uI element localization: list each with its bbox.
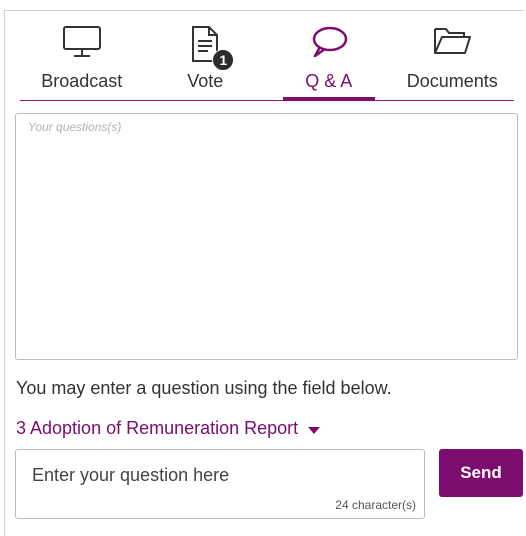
tab-qa[interactable]: Q & A <box>267 22 391 101</box>
question-input[interactable] <box>16 450 424 500</box>
tab-label: Documents <box>406 71 498 91</box>
tab-vote[interactable]: 1 Vote <box>144 22 268 100</box>
question-field: 24 character(s) <box>15 449 425 519</box>
monitor-icon <box>62 25 102 65</box>
tab-bar: Broadcast 1 Vote Q & A Documents <box>20 22 514 101</box>
speech-bubble-icon <box>310 25 348 65</box>
document-icon: 1 <box>190 25 235 71</box>
vote-count-badge: 1 <box>212 49 235 71</box>
character-counter: 24 character(s) <box>335 498 416 512</box>
tab-documents[interactable]: Documents <box>391 22 515 100</box>
folder-icon <box>432 25 472 65</box>
questions-placeholder: Your questions(s) <box>28 120 122 134</box>
tab-broadcast[interactable]: Broadcast <box>20 22 144 100</box>
caret-down-icon <box>308 426 321 434</box>
send-button[interactable]: Send <box>439 449 523 497</box>
tab-label: Q & A <box>305 71 353 91</box>
instructions-text: You may enter a question using the field… <box>16 378 392 398</box>
tab-label: Vote <box>187 71 224 91</box>
topic-dropdown[interactable]: 3 Adoption of Remuneration Report <box>16 418 321 439</box>
tab-label: Broadcast <box>41 71 123 91</box>
topic-label: 3 Adoption of Remuneration Report <box>16 418 299 438</box>
questions-list[interactable]: Your questions(s) <box>15 113 518 360</box>
